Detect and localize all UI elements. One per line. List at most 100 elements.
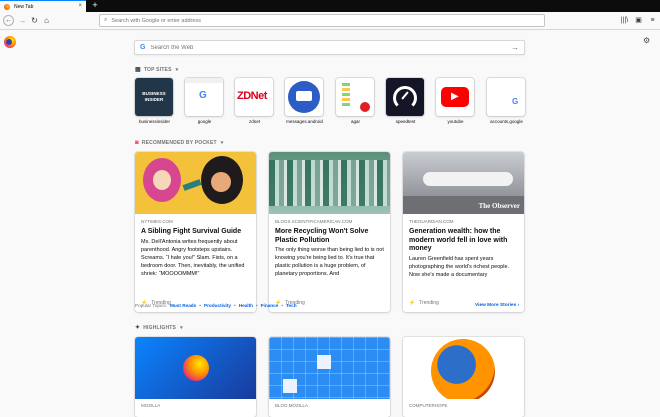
grid-icon: ▦ [135,67,141,73]
highlight-card[interactable]: BLOG.MOZILLA [269,337,390,417]
pocket-icon: ◙ [135,140,139,146]
pocket-card[interactable]: NYTIMES.COM A Sibling Fight Survival Gui… [135,152,256,312]
pocket-card[interactable]: BLOGS.SCIENTIFICAMERICAN.COM More Recycl… [269,152,390,312]
top-site-accounts-google[interactable]: G accounts.google [487,78,526,124]
web-search-box[interactable]: G → [134,40,525,55]
card-description: Ms. Dell'Antonia writes frequently about… [141,238,245,277]
pocket-title: RECOMMENDED BY POCKET [141,140,217,146]
topic-link[interactable]: Productivity [204,303,231,308]
tab-strip: New Tab × + [0,0,660,12]
tab-new-tab[interactable]: New Tab × [0,0,86,12]
top-site-messages-android[interactable]: messages.android [285,78,324,124]
highlight-source: BLOG.MOZILLA [275,403,309,408]
sidebar-icon[interactable]: ▣ [634,16,643,25]
card-title: Generation wealth: how the modern world … [409,228,508,252]
highlight-image [403,337,524,399]
site-label: google [197,119,212,124]
firefox-favicon-icon [4,3,10,10]
highlights-header[interactable]: ✦ HIGHLIGHTS ▾ [135,324,183,332]
popular-topics: Popular Topics: Must Reads • Productivity… [135,303,297,308]
pocket-header[interactable]: ◙ RECOMMENDED BY POCKET ▾ [135,140,224,146]
topic-link[interactable]: Health [239,303,253,308]
agar-blob [360,102,370,112]
card-title: More Recycling Won't Solve Plastic Pollu… [275,228,369,244]
card-context-label: Trending [419,300,439,306]
site-label: youtube [447,119,464,124]
top-site-youtube[interactable]: ▶ youtube [436,78,475,124]
card-source: BLOGS.SCIENTIFICAMERICAN.COM [275,219,353,224]
url-input[interactable] [111,17,512,24]
popular-topics-label: Popular Topics: [135,303,167,308]
highlight-source: MOZILLA [141,403,161,408]
site-tile: G [487,78,525,116]
reload-button[interactable]: ↻ [29,15,40,26]
site-tile: BUSINESS INSIDER [135,78,173,116]
chevron-down-icon: ▾ [175,66,179,73]
library-icon[interactable]: |||\ [620,16,629,25]
speedometer-icon [393,86,417,110]
highlight-image [269,337,390,399]
highlights-icon: ✦ [135,325,141,331]
observer-masthead: The Observer [478,202,520,210]
site-tile [336,78,374,116]
bottles-row [269,160,390,206]
search-submit-arrow-icon[interactable]: → [511,43,519,52]
message-lines [296,91,312,101]
tab-close-icon[interactable]: × [78,3,82,10]
businessinsider-logo: BUSINESS INSIDER [142,91,166,102]
site-tile [285,78,323,116]
highlight-card[interactable]: COMPUTERHOPE [403,337,524,417]
search-input[interactable] [150,44,501,51]
card-title: A Sibling Fight Survival Guide [141,228,242,235]
topic-link[interactable]: Tech [286,303,297,308]
top-site-speedtest[interactable]: speedtest [386,78,425,124]
top-sites-header[interactable]: ▦ TOP SITES ▾ [135,66,179,74]
topic-link[interactable]: Finance [261,303,279,308]
address-bar[interactable]: ⌕ [99,14,545,27]
highlight-image [135,337,256,399]
card-context: ⚡ Trending [409,300,439,306]
chevron-right-icon: › [517,303,520,308]
jet-photo [423,172,513,186]
view-more-stories-link[interactable]: View More Stories › [475,303,519,308]
play-icon: ▶ [451,91,459,102]
topic-link[interactable]: Must Reads [170,303,196,308]
highlight-card[interactable]: MOZILLA [135,337,256,417]
top-site-zdnet[interactable]: ZDNet zdnet [235,78,274,124]
card-image: The Observer [403,152,524,214]
chevron-down-icon: ▾ [220,140,224,146]
highlight-source: COMPUTERHOPE [409,403,448,408]
pocket-card[interactable]: The Observer THEGUARDIAN.COM Generation … [403,152,524,312]
site-label: zdnet [248,119,260,124]
illustration-accent [182,179,202,191]
highlights-title: HIGHLIGHTS [143,324,177,331]
google-icon: G [140,44,146,51]
top-site-agar[interactable]: agar [336,78,375,124]
home-button[interactable]: ⌂ [41,15,52,26]
agar-screenshot [342,83,350,107]
illustration-face-left [153,170,171,190]
tile-square [317,355,331,369]
firefox-logo-icon [431,339,495,399]
card-source: NYTIMES.COM [141,219,173,224]
top-site-google[interactable]: G google [185,78,224,124]
site-label: messages.android [286,119,323,124]
forward-button[interactable]: → [17,15,28,26]
card-description: Lauren Greenfield has spent years photog… [409,255,510,278]
gear-icon[interactable]: ⚙ [643,36,650,45]
tab-title: New Tab [14,3,34,10]
site-label: speedtest [395,119,416,124]
back-button[interactable]: ← [3,15,14,26]
card-image [269,152,390,214]
google-screenshot [185,78,223,83]
top-site-businessinsider[interactable]: BUSINESS INSIDER businessinsider [135,78,174,124]
card-image [135,152,256,214]
new-tab-button[interactable]: + [90,0,100,12]
site-tile: ▶ [436,78,474,116]
search-icon: ⌕ [104,17,108,23]
tile-square [283,379,297,393]
view-more-stories-label: View More Stories [475,303,517,308]
card-description: The only thing worse than being lied to … [275,247,384,277]
site-tile: G [185,78,223,116]
hamburger-menu-icon[interactable]: ≡ [648,16,657,25]
